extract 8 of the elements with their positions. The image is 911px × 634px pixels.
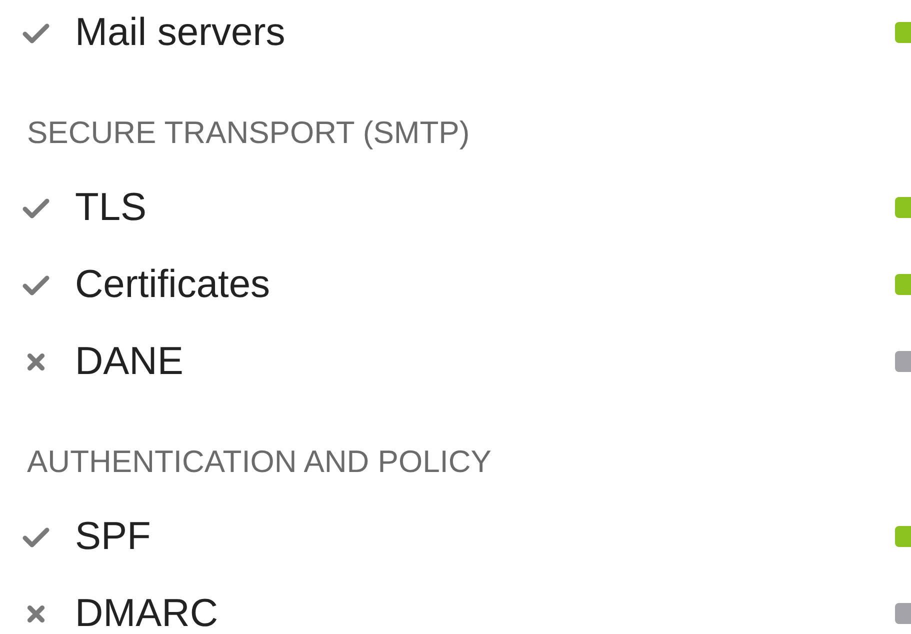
check-label: SPF xyxy=(75,517,152,556)
check-label: TLS xyxy=(75,188,148,227)
section-heading: SECURE TRANSPORT (SMTP) xyxy=(27,115,471,151)
check-label: DMARC xyxy=(75,594,219,633)
check-label: DANE xyxy=(75,342,184,381)
check-label: Certificates xyxy=(75,265,272,304)
section-heading: AUTHENTICATION AND POLICY xyxy=(27,444,492,480)
check-label: Mail servers xyxy=(75,13,286,52)
